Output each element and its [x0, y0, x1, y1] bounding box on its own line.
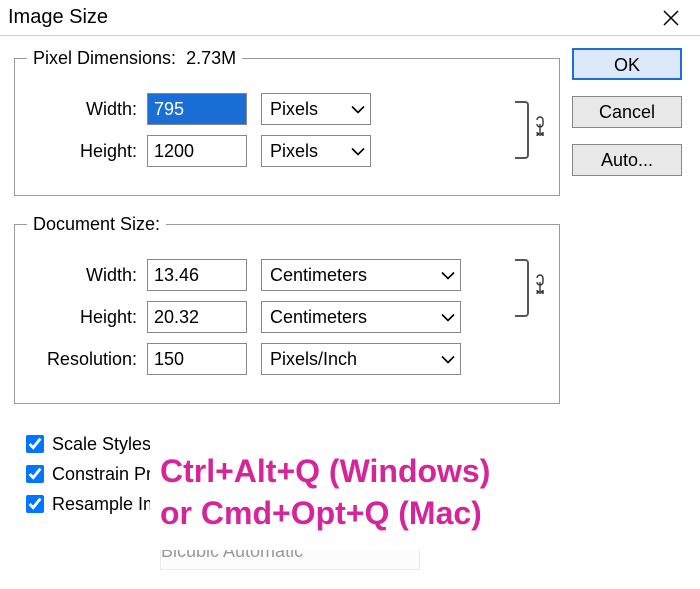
title-bar: Image Size [0, 0, 700, 36]
pixel-height-input[interactable] [147, 135, 247, 167]
link-icon [531, 116, 547, 145]
doc-width-input[interactable] [147, 259, 247, 291]
ok-button[interactable]: OK [572, 48, 682, 80]
pixel-dimensions-group: Pixel Dimensions: 2.73M Width: Pixels [14, 48, 560, 196]
pixel-link-icon[interactable] [515, 101, 547, 159]
close-icon[interactable] [654, 9, 688, 27]
doc-width-label: Width: [27, 265, 147, 286]
link-icon [531, 274, 547, 303]
pixel-height-label: Height: [27, 141, 147, 162]
pixel-dimensions-legend: Pixel Dimensions: 2.73M [27, 48, 242, 69]
auto-button[interactable]: Auto... [572, 144, 682, 176]
pixel-width-input[interactable] [147, 93, 247, 125]
doc-height-unit-select[interactable]: Centimeters [261, 301, 461, 333]
cancel-button[interactable]: Cancel [572, 96, 682, 128]
resample-image-checkbox[interactable] [26, 495, 44, 513]
doc-height-label: Height: [27, 307, 147, 328]
doc-height-input[interactable] [147, 301, 247, 333]
doc-resolution-unit-select[interactable]: Pixels/Inch [261, 343, 461, 375]
document-size-group: Document Size: Width: Centimeters [14, 214, 560, 404]
window-title: Image Size [8, 6, 108, 29]
pixel-height-unit-select[interactable]: Pixels [261, 135, 371, 167]
doc-link-icon[interactable] [515, 259, 547, 317]
doc-width-unit-select[interactable]: Centimeters [261, 259, 461, 291]
pixel-width-unit-select[interactable]: Pixels [261, 93, 371, 125]
shortcut-line-1: Ctrl+Alt+Q (Windows) [160, 451, 660, 493]
doc-resolution-input[interactable] [147, 343, 247, 375]
scale-styles-label: Scale Styles [52, 434, 151, 455]
shortcut-line-2: or Cmd+Opt+Q (Mac) [160, 493, 660, 535]
document-size-legend: Document Size: [27, 214, 166, 235]
resample-image-label: Resample Im [52, 494, 158, 515]
scale-styles-checkbox[interactable] [26, 435, 44, 453]
doc-resolution-label: Resolution: [27, 349, 147, 370]
pixel-width-label: Width: [27, 99, 147, 120]
shortcut-overlay: Ctrl+Alt+Q (Windows) or Cmd+Opt+Q (Mac) [150, 435, 660, 550]
constrain-proportions-label: Constrain Pr [52, 464, 152, 485]
constrain-proportions-checkbox[interactable] [26, 465, 44, 483]
